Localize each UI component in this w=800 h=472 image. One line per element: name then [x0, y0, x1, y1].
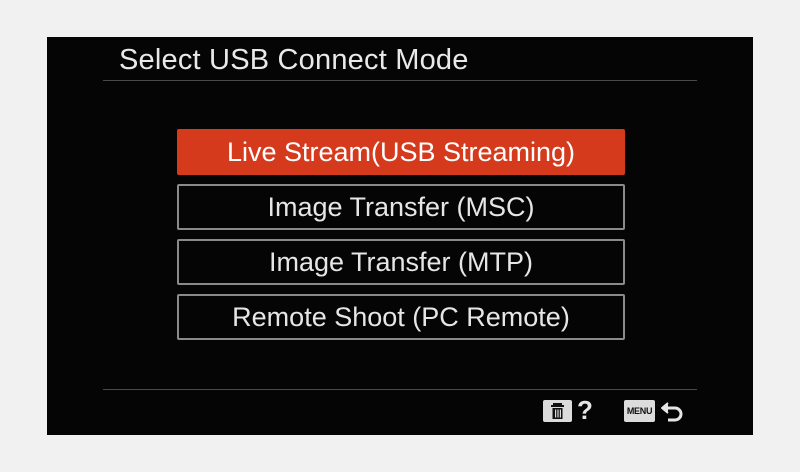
screen-title: Select USB Connect Mode [119, 44, 469, 76]
title-divider [103, 80, 697, 81]
camera-menu-screen: Select USB Connect Mode Live Stream(USB … [47, 37, 753, 435]
footer-divider [103, 389, 697, 390]
menu-item-live-stream[interactable]: Live Stream(USB Streaming) [177, 129, 625, 175]
trash-icon[interactable] [543, 400, 572, 422]
menu-button-icon[interactable]: MENU [624, 400, 655, 422]
menu-item-image-transfer-mtp[interactable]: Image Transfer (MTP) [177, 239, 625, 285]
return-arrow-icon[interactable] [659, 397, 687, 425]
menu-item-remote-shoot[interactable]: Remote Shoot (PC Remote) [177, 294, 625, 340]
menu-item-image-transfer-msc[interactable]: Image Transfer (MSC) [177, 184, 625, 230]
help-icon[interactable]: ? [577, 396, 593, 424]
